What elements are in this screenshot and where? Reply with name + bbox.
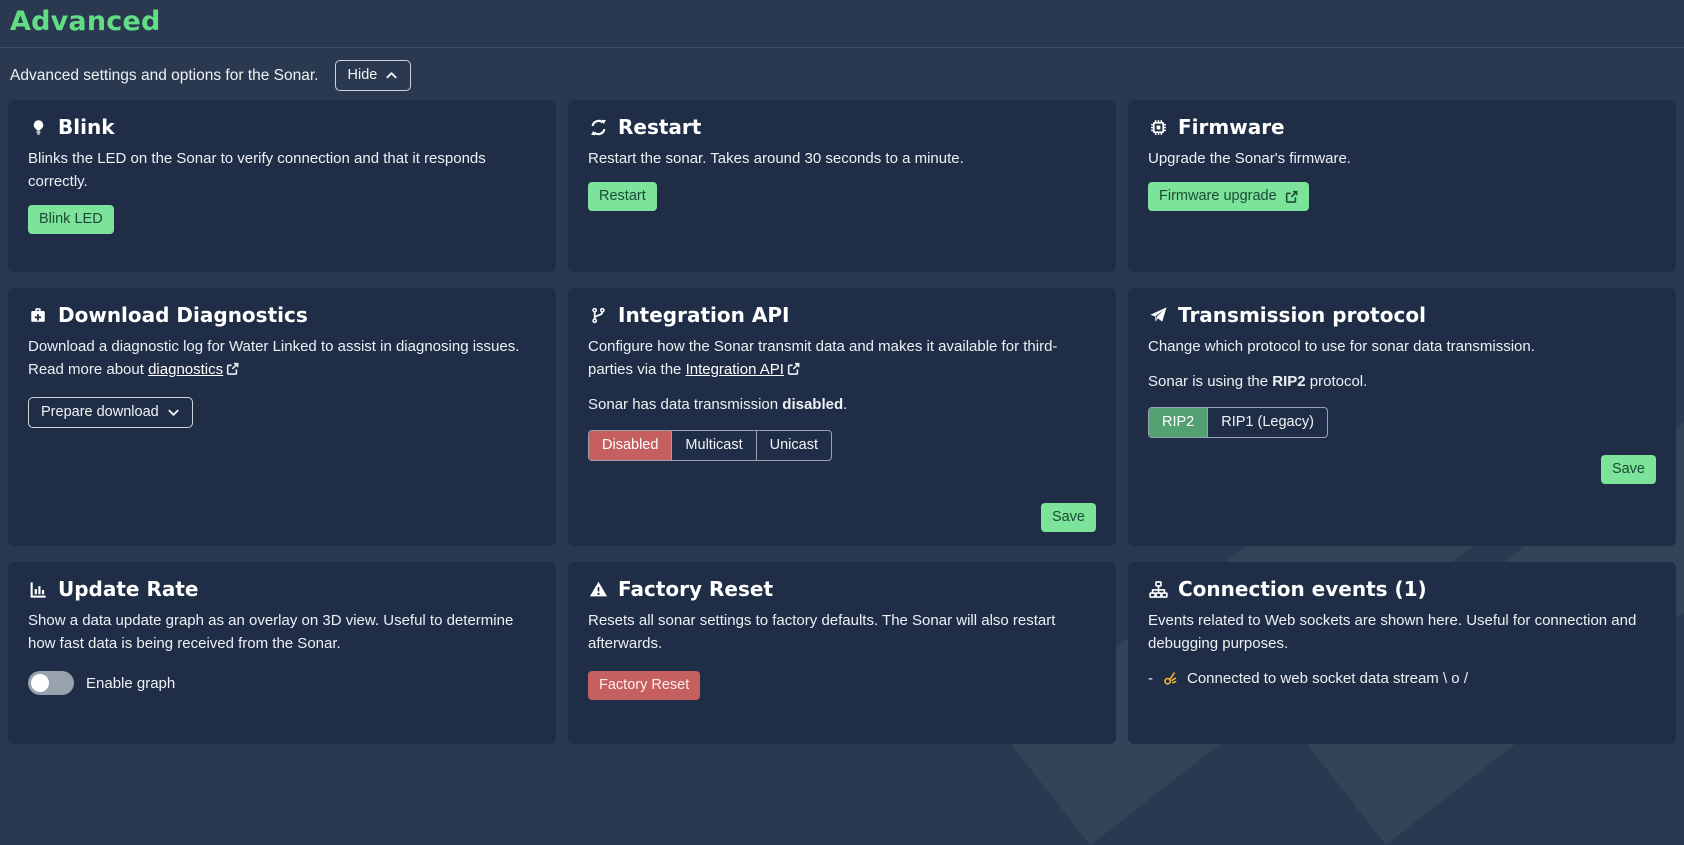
restart-button[interactable]: Restart bbox=[588, 182, 657, 211]
factory-reset-button[interactable]: Factory Reset bbox=[588, 671, 701, 700]
external-link-icon bbox=[226, 362, 239, 375]
transmission-mode-disabled[interactable]: Disabled bbox=[589, 431, 672, 460]
transmission-status-text: Sonar has data transmission disabled. bbox=[588, 396, 848, 413]
card-connection-events: Connection events (1) Events related to … bbox=[1128, 562, 1676, 744]
hide-button[interactable]: Hide bbox=[334, 60, 412, 91]
advanced-cards-grid: Blink Blinks the LED on the Sonar to ver… bbox=[8, 100, 1676, 744]
chevron-down-icon bbox=[167, 406, 180, 419]
card-connection-events-title: Connection events (1) bbox=[1178, 577, 1427, 601]
integration-api-save-button[interactable]: Save bbox=[1040, 503, 1096, 532]
card-blink-description: Blinks the LED on the Sonar to verify co… bbox=[28, 150, 486, 190]
header-divider bbox=[0, 47, 1684, 48]
page-header: Advanced Advanced settings and options f… bbox=[0, 0, 1684, 91]
card-transmission-protocol: Transmission protocol Change which proto… bbox=[1128, 288, 1676, 546]
lightbulb-icon bbox=[28, 118, 48, 137]
paper-plane-icon bbox=[1148, 306, 1168, 325]
protocol-status-text: Sonar is using the RIP2 protocol. bbox=[1148, 373, 1368, 390]
firmware-upgrade-label: Firmware upgrade bbox=[1159, 188, 1277, 204]
transmission-mode-group: Disabled Multicast Unicast bbox=[588, 430, 832, 461]
hide-button-label: Hide bbox=[347, 67, 378, 83]
card-restart-title: Restart bbox=[618, 115, 702, 139]
transmission-protocol-save-button[interactable]: Save bbox=[1600, 455, 1656, 484]
protocol-status-value: RIP2 bbox=[1272, 373, 1306, 390]
protocol-rip2[interactable]: RIP2 bbox=[1149, 408, 1208, 437]
factory-reset-description: Resets all sonar settings to factory def… bbox=[588, 612, 1056, 652]
transmission-status-value: disabled bbox=[782, 396, 844, 413]
integration-api-description: Configure how the Sonar transmit data an… bbox=[588, 338, 1058, 378]
firmware-upgrade-button[interactable]: Firmware upgrade bbox=[1148, 182, 1309, 211]
card-firmware-description: Upgrade the Sonar's firmware. bbox=[1148, 150, 1351, 167]
transmission-protocol-description: Change which protocol to use for sonar d… bbox=[1148, 338, 1535, 355]
ok-hand-emoji-icon bbox=[1162, 670, 1178, 687]
update-rate-description: Show a data update graph as an overlay o… bbox=[28, 612, 514, 652]
protocol-group: RIP2 RIP1 (Legacy) bbox=[1148, 407, 1328, 438]
enable-graph-label: Enable graph bbox=[86, 674, 176, 692]
external-link-icon bbox=[787, 362, 800, 375]
card-factory-reset-title: Factory Reset bbox=[618, 577, 773, 601]
external-link-icon bbox=[1285, 190, 1298, 203]
card-factory-reset: Factory Reset Resets all sonar settings … bbox=[568, 562, 1116, 744]
sync-icon bbox=[588, 118, 608, 137]
card-integration-api: Integration API Configure how the Sonar … bbox=[568, 288, 1116, 546]
prepare-download-label: Prepare download bbox=[41, 404, 159, 420]
card-transmission-protocol-title: Transmission protocol bbox=[1178, 303, 1426, 327]
connection-event-item: - Connected to web socket data stream \ … bbox=[1148, 667, 1468, 690]
code-branch-icon bbox=[588, 306, 608, 325]
card-restart-description: Restart the sonar. Takes around 30 secon… bbox=[588, 150, 964, 167]
connection-events-description: Events related to Web sockets are shown … bbox=[1148, 612, 1637, 652]
card-blink: Blink Blinks the LED on the Sonar to ver… bbox=[8, 100, 556, 272]
diagnostics-link[interactable]: diagnostics bbox=[148, 361, 223, 378]
transmission-mode-multicast[interactable]: Multicast bbox=[671, 431, 755, 460]
card-update-rate-title: Update Rate bbox=[58, 577, 199, 601]
card-blink-title: Blink bbox=[58, 115, 115, 139]
event-bullet: - bbox=[1148, 670, 1153, 687]
protocol-rip1-legacy[interactable]: RIP1 (Legacy) bbox=[1207, 408, 1327, 437]
card-update-rate: Update Rate Show a data update graph as … bbox=[8, 562, 556, 744]
prepare-download-button[interactable]: Prepare download bbox=[28, 397, 193, 428]
briefcase-medical-icon bbox=[28, 306, 48, 325]
transmission-mode-unicast[interactable]: Unicast bbox=[755, 431, 831, 460]
warning-triangle-icon bbox=[588, 580, 608, 599]
blink-led-button[interactable]: Blink LED bbox=[28, 205, 114, 234]
enable-graph-toggle[interactable] bbox=[28, 671, 74, 695]
toggle-knob bbox=[31, 674, 49, 692]
event-text: Connected to web socket data stream \ o … bbox=[1187, 670, 1468, 687]
card-firmware-title: Firmware bbox=[1178, 115, 1285, 139]
chevron-up-icon bbox=[385, 69, 398, 82]
card-restart: Restart Restart the sonar. Takes around … bbox=[568, 100, 1116, 272]
page-subtitle: Advanced settings and options for the So… bbox=[10, 66, 319, 84]
chart-column-icon bbox=[28, 580, 48, 599]
diagnostics-description: Download a diagnostic log for Water Link… bbox=[28, 338, 520, 378]
microchip-icon bbox=[1148, 118, 1168, 137]
card-integration-api-title: Integration API bbox=[618, 303, 790, 327]
page-title: Advanced bbox=[10, 6, 161, 37]
card-download-diagnostics-title: Download Diagnostics bbox=[58, 303, 308, 327]
card-download-diagnostics: Download Diagnostics Download a diagnost… bbox=[8, 288, 556, 546]
integration-api-link[interactable]: Integration API bbox=[686, 361, 784, 378]
sitemap-icon bbox=[1148, 580, 1168, 599]
card-firmware: Firmware Upgrade the Sonar's firmware. F… bbox=[1128, 100, 1676, 272]
